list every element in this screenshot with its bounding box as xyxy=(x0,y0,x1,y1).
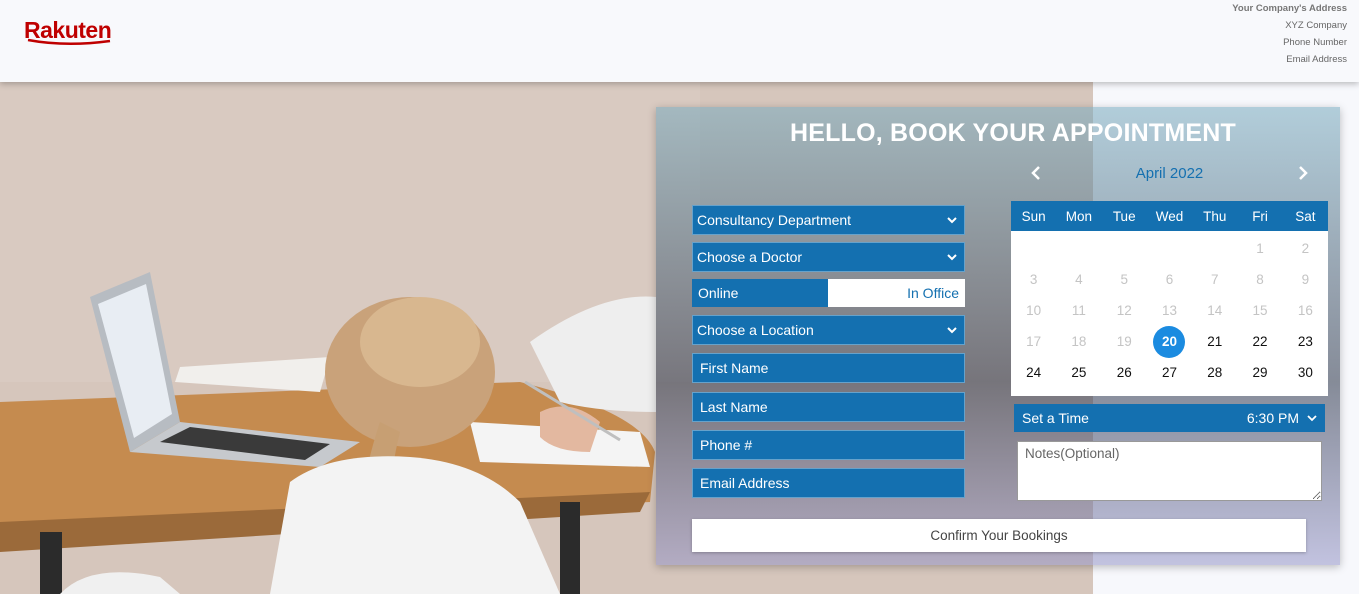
weekday-label: Tue xyxy=(1112,208,1136,224)
toggle-in-office[interactable]: In Office xyxy=(828,279,965,307)
phone-placeholder: Phone # xyxy=(700,437,753,453)
first-name-placeholder: First Name xyxy=(700,360,769,376)
calendar-weekdays: Sun Mon Tue Wed Thu Fri Sat xyxy=(1011,201,1328,231)
calendar-day[interactable]: 25 xyxy=(1056,357,1101,388)
calendar-day: 5 xyxy=(1120,272,1128,287)
calendar-day: 15 xyxy=(1252,303,1268,318)
chevron-down-icon xyxy=(1307,415,1317,422)
location-select-value: Choose a Location xyxy=(697,322,814,338)
confirm-bookings-button[interactable]: Confirm Your Bookings xyxy=(692,519,1306,552)
address-phone: Phone Number xyxy=(1283,37,1347,48)
calendar-day: 2 xyxy=(1301,241,1310,256)
last-name-placeholder: Last Name xyxy=(700,399,768,415)
calendar-day: 16 xyxy=(1297,303,1313,318)
department-select-value: Consultancy Department xyxy=(697,212,852,228)
calendar-day[interactable]: 22 xyxy=(1237,326,1282,357)
time-value: 6:30 PM xyxy=(1246,410,1299,426)
email-field[interactable]: Email Address xyxy=(692,468,965,498)
date-picker: April 2022 Sun Mon Tue Wed Thu Fri Sat 1234567… xyxy=(1011,157,1328,396)
calendar-day[interactable]: 23 xyxy=(1283,326,1328,357)
calendar-day: 12 xyxy=(1116,303,1132,318)
address-title: Your Company's Address xyxy=(1232,3,1347,14)
calendar-day-selected[interactable]: 20 xyxy=(1147,325,1192,358)
calendar-empty-cell xyxy=(1102,233,1147,264)
calendar-empty-cell xyxy=(1011,233,1056,264)
last-name-field[interactable]: Last Name xyxy=(692,392,965,422)
calendar-days-grid: 1 2 3 4 5 6 7 8 9 10 11 12 13 14 15 16 17 18 19 20 21 22 23 24 2… xyxy=(1011,231,1328,396)
calendar-day[interactable]: 30 xyxy=(1283,357,1328,388)
visit-mode-toggle: Online In Office xyxy=(692,279,965,307)
calendar-nav: April 2022 xyxy=(1011,157,1328,197)
calendar-day: 4 xyxy=(1075,272,1083,287)
page-title: HELLO, BOOK YOUR APPOINTMENT xyxy=(790,119,1236,147)
address-email: Email Address xyxy=(1286,54,1347,65)
calendar-day[interactable]: 26 xyxy=(1102,357,1147,388)
calendar-empty-cell xyxy=(1147,233,1192,264)
calendar-day: 1 xyxy=(1256,241,1264,256)
calendar-day[interactable]: 27 xyxy=(1147,357,1192,388)
weekday-label: Fri xyxy=(1252,208,1268,224)
weekday-label: Mon xyxy=(1065,208,1093,224)
time-select[interactable]: Set a Time 6:30 PM xyxy=(1014,404,1325,432)
calendar-day: 14 xyxy=(1207,303,1223,318)
toggle-online[interactable]: Online xyxy=(692,279,828,307)
calendar-day: 9 xyxy=(1301,272,1310,287)
calendar-empty-cell xyxy=(1192,233,1237,264)
calendar-day: 3 xyxy=(1029,272,1038,287)
calendar-empty-cell xyxy=(1056,233,1101,264)
calendar-day: 19 xyxy=(1116,334,1132,349)
chevron-down-icon xyxy=(947,217,957,224)
email-placeholder: Email Address xyxy=(700,475,790,491)
weekday-label: Thu xyxy=(1203,208,1227,224)
booking-panel: HELLO, BOOK YOUR APPOINTMENT Consultancy… xyxy=(656,107,1340,565)
calendar-day: 11 xyxy=(1071,303,1086,318)
calendar-day: 6 xyxy=(1165,272,1174,287)
calendar-day[interactable]: 29 xyxy=(1237,357,1282,388)
calendar-day: 7 xyxy=(1211,272,1219,287)
phone-field[interactable]: Phone # xyxy=(692,430,965,460)
calendar-day: 18 xyxy=(1071,334,1087,349)
notes-textarea[interactable] xyxy=(1017,441,1322,501)
calendar-day: 8 xyxy=(1256,272,1264,287)
address-company: XYZ Company xyxy=(1285,20,1347,31)
logo-swoosh-icon xyxy=(27,38,111,45)
calendar-day: 13 xyxy=(1161,303,1177,318)
site-header: Rakuten Your Company's Address XYZ Compa… xyxy=(0,0,1359,82)
time-label: Set a Time xyxy=(1022,410,1089,426)
calendar-day[interactable]: 24 xyxy=(1011,357,1056,388)
department-select[interactable]: Consultancy Department xyxy=(692,205,965,235)
calendar-day: 17 xyxy=(1026,334,1042,349)
calendar-day[interactable]: 28 xyxy=(1192,357,1237,388)
first-name-field[interactable]: First Name xyxy=(692,353,965,383)
chevron-down-icon xyxy=(947,327,957,334)
chevron-right-icon[interactable] xyxy=(1296,165,1310,181)
chevron-down-icon xyxy=(947,254,957,261)
weekday-label: Wed xyxy=(1155,208,1184,224)
company-address: Your Company's Address XYZ Company Phone… xyxy=(1232,0,1347,68)
doctor-select[interactable]: Choose a Doctor xyxy=(692,242,965,272)
calendar-day: 10 xyxy=(1026,303,1042,318)
doctor-select-value: Choose a Doctor xyxy=(697,249,803,265)
calendar-day[interactable]: 21 xyxy=(1192,326,1237,357)
weekday-label: Sun xyxy=(1021,208,1046,224)
location-select[interactable]: Choose a Location xyxy=(692,315,965,345)
calendar-month-label: April 2022 xyxy=(1135,165,1204,182)
weekday-label: Sat xyxy=(1295,208,1316,224)
